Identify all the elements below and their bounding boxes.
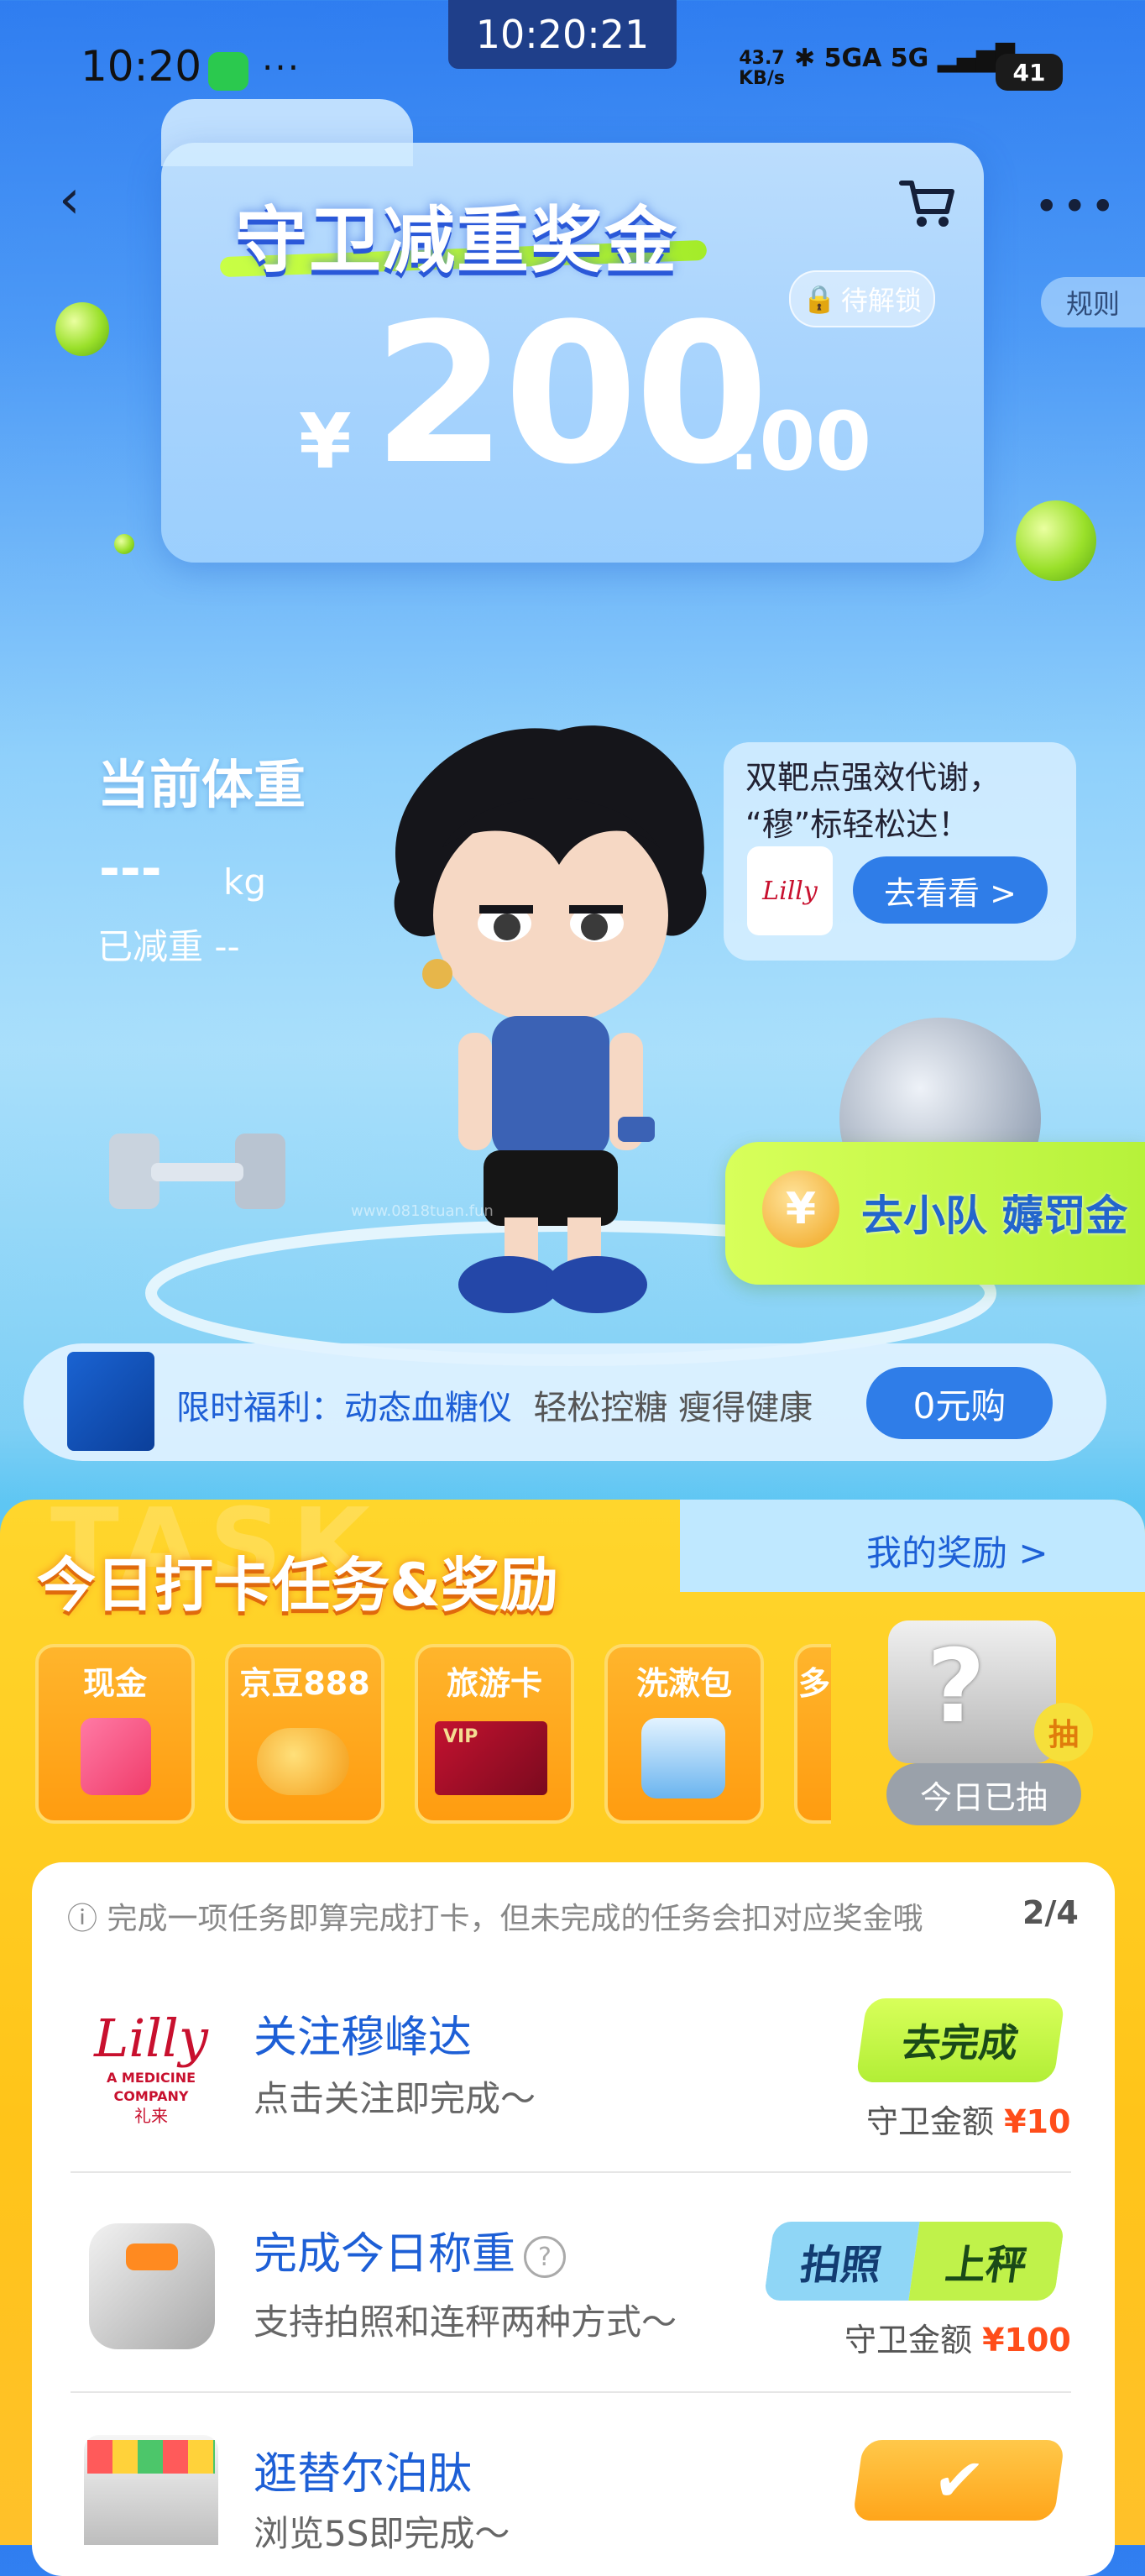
watermark: www.0818tuan.fun — [351, 1202, 494, 1220]
team-penalty-text[interactable]: 去小队 薅罚金 — [861, 1182, 1127, 1243]
cart-icon[interactable] — [898, 175, 957, 233]
back-icon[interactable]: ‹ — [59, 173, 92, 227]
coin-icon: ¥ — [762, 1170, 839, 1248]
current-weight-value: --- — [99, 840, 162, 898]
task-subtitle: 支持拍照和连秤两种方式～ — [254, 2301, 677, 2343]
lilly-logo: Lilly — [747, 846, 833, 935]
my-reward-link[interactable]: 我的奖励 > — [866, 1525, 1048, 1576]
task-notice: ⓘ 完成一项任务即算完成打卡，但未完成的任务会扣对应奖金哦 — [67, 1902, 923, 1936]
more-icon[interactable]: ••• — [1034, 186, 1118, 228]
go-see-button[interactable]: 去看看 > — [853, 856, 1048, 924]
info-icon: ⓘ — [67, 1902, 98, 1936]
tennis-ball-decor — [1016, 500, 1096, 581]
lock-icon: 🔒 — [803, 283, 836, 315]
travel-card-icon: VIP — [435, 1721, 547, 1795]
mascot-character — [394, 725, 707, 1313]
dumbbell-decor — [109, 1134, 285, 1209]
task-progress: 2/4 — [1022, 1894, 1079, 1931]
divider — [71, 2171, 1071, 2173]
drawn-today-button[interactable]: 今日已抽 — [886, 1763, 1081, 1825]
task-title: 完成今日称重? — [254, 2218, 567, 2281]
reward-label: 洗漱包 — [635, 1665, 732, 1702]
tennis-ball-decor — [55, 302, 109, 356]
task-reward: 守卫金额 ¥100 — [844, 2322, 1071, 2359]
toiletry-bag-icon — [641, 1718, 725, 1798]
weight-lost: 已减重 -- — [97, 926, 240, 967]
wechat-icon — [208, 52, 248, 91]
reward-label: 旅游卡 — [446, 1665, 542, 1702]
scale-icon — [89, 2223, 215, 2349]
bonus-title: 守卫减重奖金 — [235, 199, 678, 283]
glucose-meter-image — [67, 1352, 154, 1451]
divider — [71, 2391, 1071, 2393]
task-title: 关注穆峰达 — [254, 2013, 473, 2063]
signal-icons: ✱ 5GA 5G ▂▄▆█ — [794, 44, 1015, 73]
help-icon[interactable]: ? — [524, 2236, 567, 2278]
red-envelope-icon — [81, 1718, 151, 1795]
shop-awning — [87, 2440, 215, 2474]
more-notifications-icon: ··· — [262, 47, 301, 88]
completed-check-button[interactable]: ✔ — [852, 2440, 1065, 2521]
reward-label: 京豆888 — [239, 1665, 370, 1702]
complete-button[interactable]: 去完成 — [855, 1998, 1066, 2082]
weigh-buttons: 拍照 上秤 — [763, 2222, 1065, 2301]
task-reward: 守卫金额 ¥10 — [866, 2103, 1071, 2140]
reward-label: 现金 — [82, 1665, 147, 1702]
scale-button[interactable]: 上秤 — [908, 2222, 1065, 2301]
promo-text: 双靶点强效代谢， “穆”标轻松达！ — [745, 759, 1001, 843]
reward-label: 多 — [797, 1665, 830, 1702]
question-mark-icon: ? — [927, 1629, 986, 1746]
task-title: 逛替尔泊肽 — [254, 2449, 473, 2500]
lock-status-pill: 🔒 待解锁 — [789, 270, 935, 327]
draw-badge: 抽 — [1034, 1703, 1093, 1762]
bonus-cents: .00 — [729, 395, 872, 489]
task-subtitle: 点击关注即完成～ — [254, 2078, 536, 2119]
weight-unit: kg — [223, 861, 266, 903]
photo-button[interactable]: 拍照 — [763, 2222, 920, 2301]
beans-icon — [257, 1728, 349, 1795]
lilly-logo: Lilly A MEDICINE COMPANY 礼来 — [94, 2008, 208, 2127]
currency-symbol: ¥ — [299, 398, 352, 486]
current-weight-label: 当前体重 — [97, 754, 306, 815]
tennis-ball-decor — [114, 534, 134, 554]
task-subtitle: 浏览5S即完成～ — [254, 2513, 510, 2554]
rules-button[interactable]: 规则 — [1041, 277, 1145, 327]
task-panel-title: 今日打卡任务&奖励 — [37, 1551, 559, 1620]
scale-display — [126, 2244, 178, 2270]
benefit-text: 限时福利：动态血糖仪 轻松控糖 瘦得健康 — [176, 1389, 813, 1427]
battery-indicator: 41 — [996, 54, 1063, 91]
status-time: 10:20 — [81, 42, 202, 91]
overlay-clock: 10:20:21 — [448, 0, 677, 69]
zero-buy-button[interactable]: 0元购 — [866, 1367, 1053, 1439]
network-speed: 43.7 KB/s — [739, 48, 785, 89]
bonus-amount: 200 — [373, 283, 769, 507]
